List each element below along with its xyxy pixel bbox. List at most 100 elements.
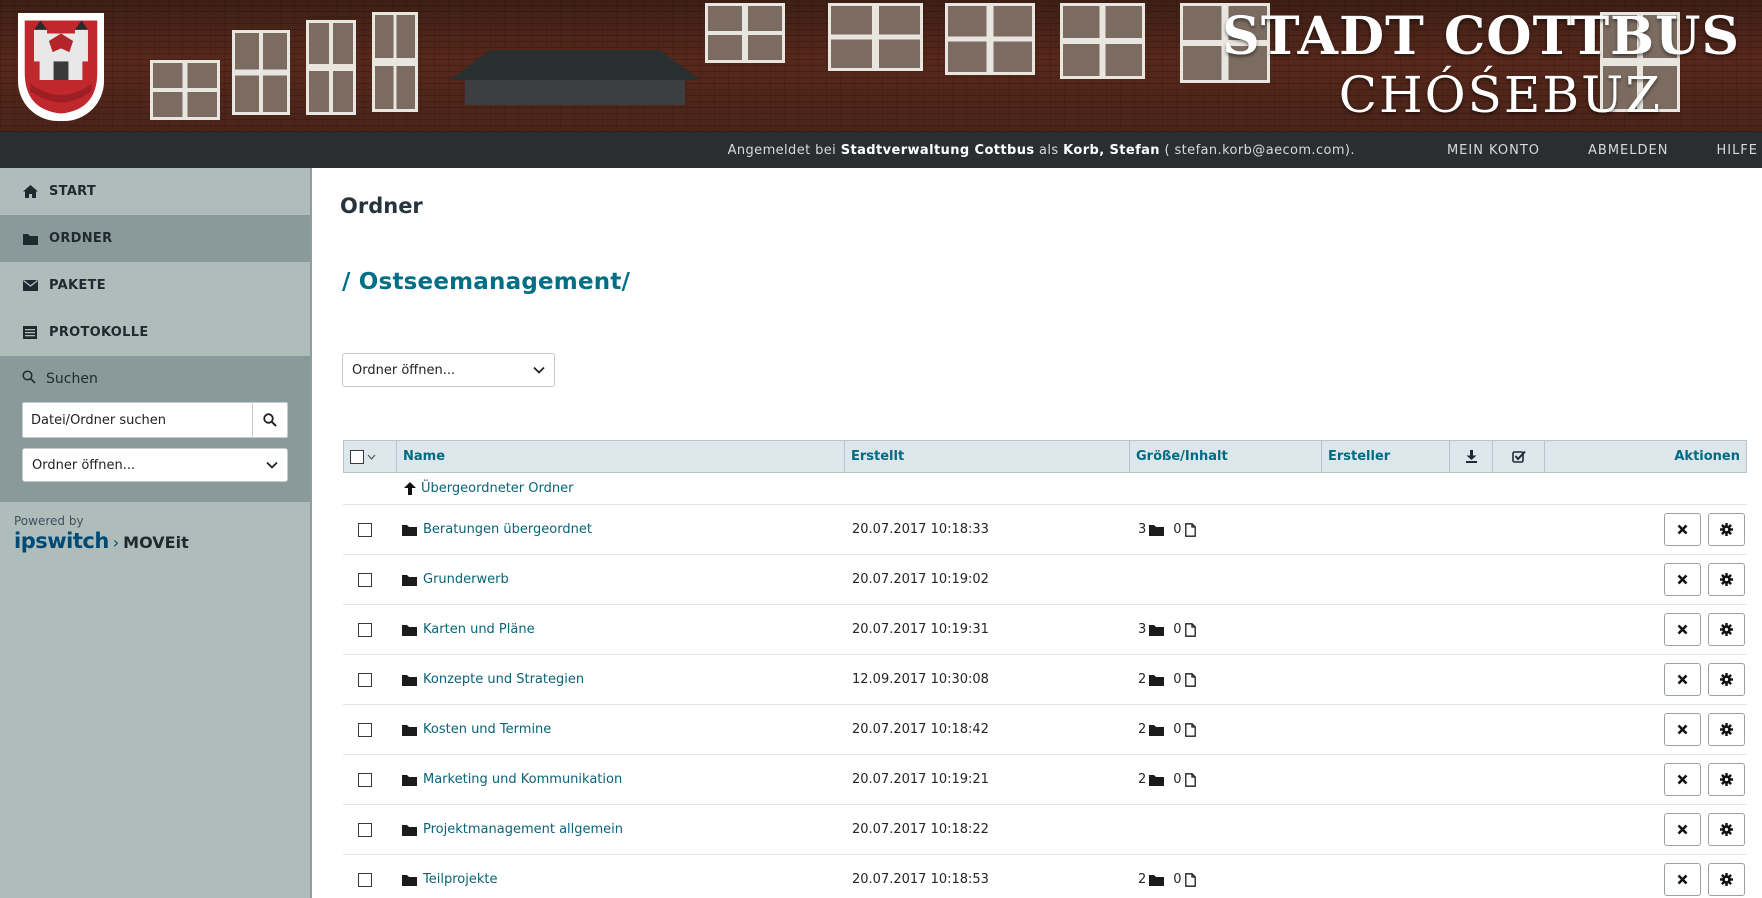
banner-window <box>705 3 785 63</box>
search-input[interactable] <box>22 402 252 438</box>
search-icon <box>263 413 277 427</box>
parent-folder-label: Übergeordneter Ordner <box>421 481 574 496</box>
folder-link[interactable]: Kosten und Termine <box>396 722 844 737</box>
close-icon <box>1677 524 1688 535</box>
banner-window <box>306 20 356 115</box>
search-row <box>22 402 288 438</box>
settings-button[interactable] <box>1708 763 1745 796</box>
row-checkbox[interactable] <box>358 672 372 687</box>
folder-link[interactable]: Teilprojekte <box>396 872 844 887</box>
settings-button[interactable] <box>1708 813 1745 846</box>
logout-link[interactable]: ABMELDEN <box>1588 143 1668 158</box>
folder-icon <box>1149 774 1165 786</box>
delete-button[interactable] <box>1664 613 1701 646</box>
settings-button[interactable] <box>1708 513 1745 546</box>
folder-link[interactable]: Projektmanagement allgemein <box>396 822 844 837</box>
sidebar-item-ordner[interactable]: ORDNER <box>0 215 310 262</box>
settings-button[interactable] <box>1708 663 1745 696</box>
created-date: 20.07.2017 10:18:33 <box>852 522 989 537</box>
login-organization: Stadtverwaltung Cottbus <box>840 142 1035 158</box>
banner-window <box>232 30 290 115</box>
file-icon <box>1184 722 1196 737</box>
gear-icon <box>1720 673 1733 686</box>
delete-button[interactable] <box>1664 513 1701 546</box>
file-count: 0 <box>1173 872 1182 887</box>
folder-path[interactable]: / Ostseemanagement/ <box>342 269 630 295</box>
folder-name: Teilprojekte <box>423 872 498 887</box>
parent-folder-link[interactable]: Übergeordneter Ordner <box>343 473 1747 505</box>
select-all-checkbox[interactable] <box>350 449 364 464</box>
column-download[interactable] <box>1450 441 1493 472</box>
delete-button[interactable] <box>1664 663 1701 696</box>
close-icon <box>1677 624 1688 635</box>
subfolder-count: 2 <box>1138 872 1147 887</box>
subfolder-count: 3 <box>1138 522 1147 537</box>
gear-icon <box>1720 773 1733 786</box>
ipswitch-moveit-logo: ipswitch › MOVEit <box>14 529 296 553</box>
row-checkbox-cell <box>343 622 396 637</box>
folder-link[interactable]: Beratungen übergeordnet <box>396 522 844 537</box>
column-creator[interactable]: Ersteller <box>1322 441 1450 472</box>
search-button[interactable] <box>252 402 288 438</box>
folder-link[interactable]: Marketing und Kommunikation <box>396 772 844 787</box>
row-checkbox[interactable] <box>358 822 372 837</box>
row-checkbox[interactable] <box>358 622 372 637</box>
banner-window <box>1060 3 1145 79</box>
folder-open-select[interactable]: Ordner öffnen... <box>342 353 555 387</box>
delete-button[interactable] <box>1664 563 1701 596</box>
delete-button[interactable] <box>1664 763 1701 796</box>
table-body: Beratungen übergeordnet 20.07.2017 10:18… <box>343 505 1747 898</box>
row-checkbox[interactable] <box>358 772 372 787</box>
download-icon <box>1465 450 1477 463</box>
folder-icon <box>402 774 417 786</box>
column-name[interactable]: Name <box>397 441 845 472</box>
my-account-link[interactable]: MEIN KONTO <box>1447 143 1540 158</box>
search-title: Suchen <box>22 364 288 394</box>
sidebar-folder-select[interactable]: Ordner öffnen... <box>22 448 288 482</box>
column-size[interactable]: Größe/Inhalt <box>1130 441 1322 472</box>
settings-button[interactable] <box>1708 863 1745 896</box>
select-all-column[interactable] <box>344 441 397 472</box>
folder-name: Grunderwerb <box>423 572 509 587</box>
settings-button[interactable] <box>1708 563 1745 596</box>
row-actions <box>1664 763 1747 796</box>
sidebar-item-protokolle[interactable]: PROTOKOLLE <box>0 309 310 356</box>
arrow-up-icon <box>404 482 416 495</box>
row-checkbox[interactable] <box>358 872 372 887</box>
table-row: Karten und Pläne 20.07.2017 10:19:31 3 0 <box>343 605 1747 655</box>
help-link[interactable]: HILFE <box>1716 143 1758 158</box>
file-icon <box>1184 522 1196 537</box>
folder-link[interactable]: Konzepte und Strategien <box>396 672 844 687</box>
column-created[interactable]: Erstellt <box>845 441 1130 472</box>
delete-button[interactable] <box>1664 713 1701 746</box>
gear-icon <box>1720 723 1733 736</box>
chevron-down-icon <box>266 461 278 469</box>
subfolder-count: 2 <box>1138 722 1147 737</box>
row-checkbox[interactable] <box>358 722 372 737</box>
file-count: 0 <box>1173 772 1182 787</box>
row-checkbox[interactable] <box>358 572 372 587</box>
subfolder-count: 3 <box>1138 622 1147 637</box>
file-count: 0 <box>1173 722 1182 737</box>
folder-link[interactable]: Grunderwerb <box>396 572 844 587</box>
file-count: 0 <box>1173 622 1182 637</box>
row-checkbox[interactable] <box>358 522 372 537</box>
sidebar-item-pakete[interactable]: PAKETE <box>0 262 310 309</box>
column-checked[interactable] <box>1493 441 1545 472</box>
gear-icon <box>1720 523 1733 536</box>
settings-button[interactable] <box>1708 613 1745 646</box>
delete-button[interactable] <box>1664 813 1701 846</box>
settings-button[interactable] <box>1708 713 1745 746</box>
row-checkbox-cell <box>343 772 396 787</box>
folder-name: Projektmanagement allgemein <box>423 822 624 837</box>
folder-link[interactable]: Karten und Pläne <box>396 622 844 637</box>
brand-separator: › <box>112 533 120 552</box>
sidebar-item-start[interactable]: START <box>0 168 310 215</box>
chevron-down-icon[interactable] <box>367 454 376 460</box>
delete-button[interactable] <box>1664 863 1701 896</box>
page-title: Ordner <box>340 194 423 218</box>
chevron-down-icon <box>533 366 545 374</box>
row-actions <box>1664 863 1747 896</box>
folder-icon <box>402 824 417 836</box>
close-icon <box>1677 874 1688 885</box>
